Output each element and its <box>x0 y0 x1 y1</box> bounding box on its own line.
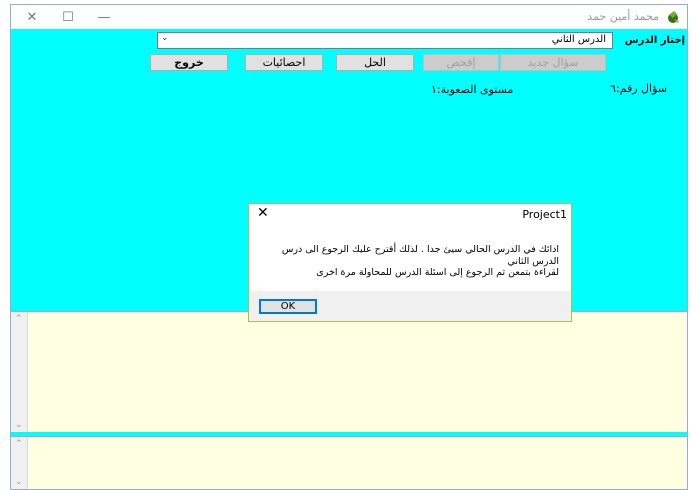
dialog-message: ادائك في الدرس الحالي سيئ جدا . لذلك أقت… <box>263 244 559 279</box>
difficulty-level-label: مستوى الصعوبة:١ <box>431 83 514 96</box>
window-maximize-button[interactable]: ☐ <box>53 7 83 27</box>
scroll-down-icon[interactable]: ⌄ <box>15 420 23 430</box>
answer-scrollbar[interactable]: ⌃ ⌄ <box>11 312 28 432</box>
question-number-label: سؤال رقم:٦ <box>610 82 667 95</box>
message-dialog-body: Project1 ✕ ادائك في الدرس الحالي سيئ جدا… <box>249 204 571 291</box>
explanation-scrollbar[interactable]: ⌃ ⌄ <box>11 437 28 489</box>
ok-button[interactable]: OK <box>259 299 317 314</box>
dialog-message-line: لقراءة بتمعن ثم الرجوع إلى اسئلة الدرس ل… <box>316 267 559 278</box>
close-icon[interactable]: ✕ <box>257 205 269 221</box>
app-logo-icon <box>668 11 679 23</box>
window-title: محمد أمين حمد <box>587 10 659 23</box>
title-bar[interactable]: ✕ ☐ — محمد أمين حمد <box>11 5 687 29</box>
lesson-select-value: الدرس الثاني <box>551 34 606 45</box>
window-minimize-button[interactable]: — <box>89 7 119 27</box>
dialog-message-line: ادائك في الدرس الحالي سيئ جدا . لذلك أقت… <box>281 244 559 267</box>
chevron-down-icon[interactable]: ⌄ <box>161 33 169 43</box>
scroll-down-icon[interactable]: ⌄ <box>15 477 23 487</box>
message-dialog: Project1 ✕ ادائك في الدرس الحالي سيئ جدا… <box>248 203 572 322</box>
explanation-textbox[interactable]: ⌃ ⌄ <box>11 436 687 489</box>
dialog-title: Project1 <box>522 208 567 221</box>
new-question-button[interactable]: سؤال جديد <box>500 54 606 71</box>
statistics-button[interactable]: احصائيات <box>245 54 323 71</box>
lesson-select[interactable]: الدرس الثاني ⌄ <box>157 32 613 49</box>
lesson-label: إختار الدرس <box>624 35 685 46</box>
exit-button[interactable]: خروج <box>150 54 228 71</box>
scroll-up-icon[interactable]: ⌃ <box>15 439 23 449</box>
check-button[interactable]: إفحص <box>423 54 499 71</box>
answer-textbox[interactable]: ⌃ ⌄ <box>11 311 687 432</box>
scroll-up-icon[interactable]: ⌃ <box>15 314 23 324</box>
solve-button[interactable]: الحل <box>336 54 414 71</box>
window-close-button[interactable]: ✕ <box>17 7 47 27</box>
